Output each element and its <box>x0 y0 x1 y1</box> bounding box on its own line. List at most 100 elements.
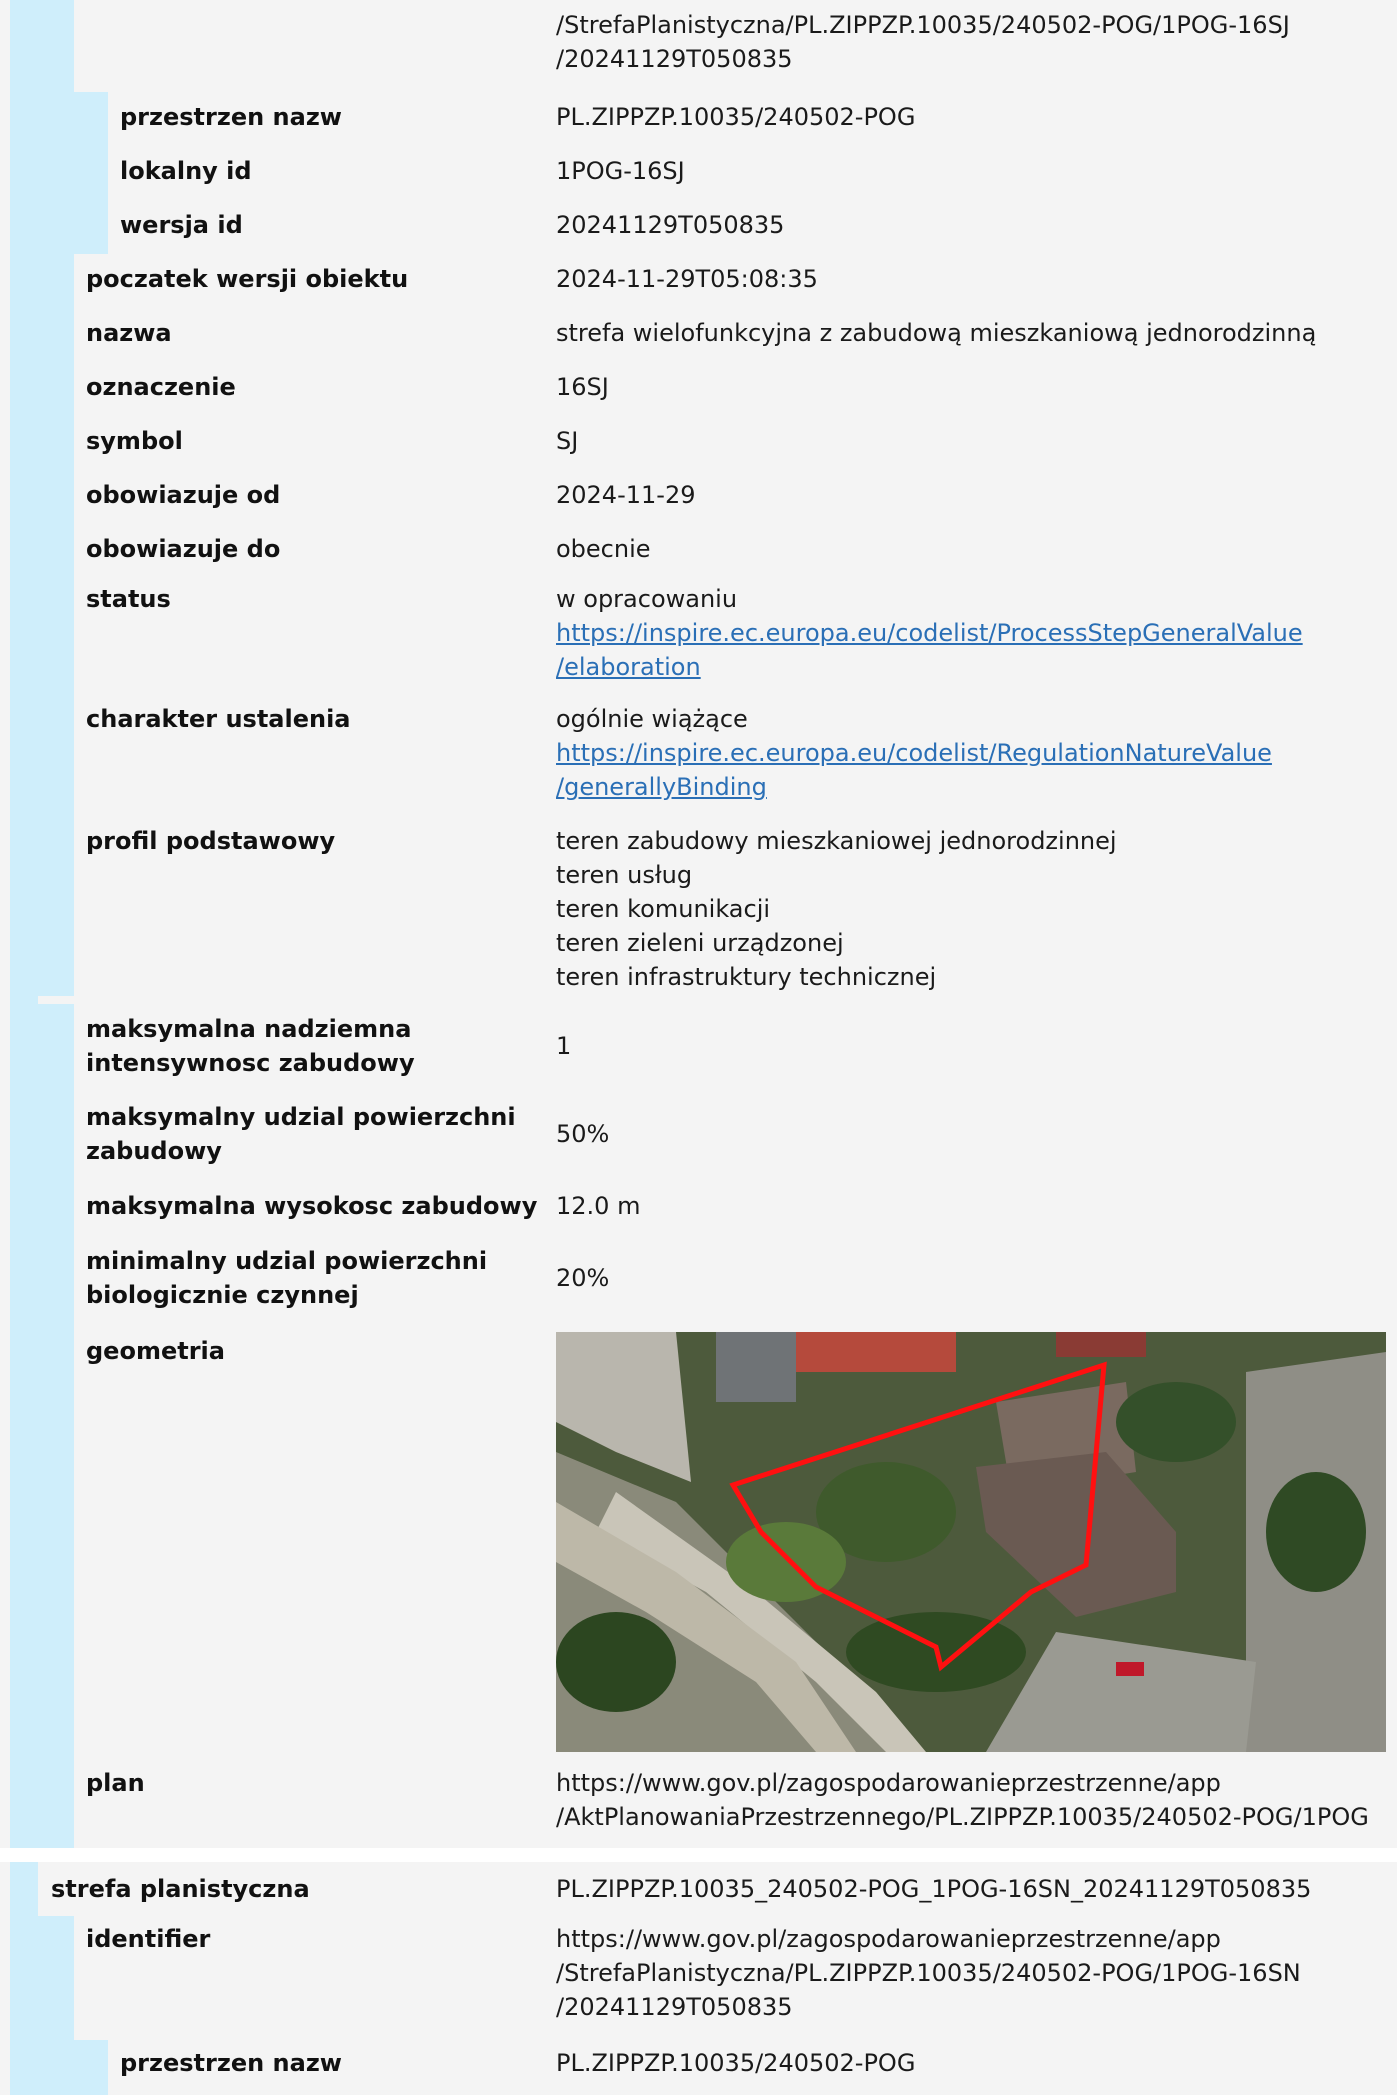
profil-value: teren zabudowy mieszkaniowej jednorodzin… <box>556 824 1386 994</box>
indent-bar <box>10 2040 38 2095</box>
indent-bar <box>38 820 74 996</box>
strefa-row: strefa planistyczna PL.ZIPPZP.10035_2405… <box>0 1862 1397 1916</box>
strefa-value: PL.ZIPPZP.10035_240502-POG_1POG-16SN_202… <box>556 1875 1312 1903</box>
status-label: status <box>86 585 171 613</box>
wersja-id-row: wersja id 20241129T050835 <box>0 200 1397 254</box>
przestrzen-nazw-label: przestrzen nazw <box>120 2049 342 2077</box>
intensywnosc-label-line: intensywnosc zabudowy <box>86 1049 415 1077</box>
indent-bar <box>38 524 74 578</box>
indent-bar <box>74 200 108 254</box>
geometry-map-image[interactable] <box>556 1332 1386 1752</box>
indent-bar <box>10 1916 38 2040</box>
intensywnosc-row: maksymalna nadziemna intensywnosc zabudo… <box>0 1004 1397 1092</box>
wysokosc-label: maksymalna wysokosc zabudowy <box>86 1192 538 1220</box>
charakter-link[interactable]: /generallyBinding <box>556 770 767 804</box>
identifier-line: /StrefaPlanistyczna/PL.ZIPPZP.10035/2405… <box>556 1959 1301 1987</box>
lokalny-id-row: lokalny id 1POG-16SJ <box>0 146 1397 200</box>
geometria-label: geometria <box>86 1337 225 1365</box>
poczatek-wersji-row: poczatek wersji obiektu 2024-11-29T05:08… <box>0 254 1397 308</box>
biologicznie-row: minimalny udzial powierzchni biologiczni… <box>0 1236 1397 1324</box>
indent-bar <box>38 698 74 820</box>
section-strefa-16sj: /StrefaPlanistyczna/PL.ZIPPZP.10035/2405… <box>0 0 1397 1848</box>
indent-bar <box>38 1004 74 1092</box>
profil-item: teren infrastruktury technicznej <box>556 963 937 991</box>
biologicznie-label-line: minimalny udzial powierzchni <box>86 1247 488 1275</box>
przestrzen-nazw-label: przestrzen nazw <box>120 103 342 131</box>
identifier-line: /20241129T050835 <box>556 1993 793 2021</box>
poczatek-wersji-value: 2024-11-29T05:08:35 <box>556 265 818 293</box>
wysokosc-value: 12.0 m <box>556 1192 641 1220</box>
plan-line: /AktPlanowaniaPrzestrzennego/PL.ZIPPZP.1… <box>556 1803 1369 1831</box>
biologicznie-label: minimalny udzial powierzchni biologiczni… <box>86 1244 487 1312</box>
wersja-id-value: 20241129T050835 <box>556 211 785 239</box>
identifier-label: identifier <box>86 1925 211 1953</box>
indent-bar <box>38 470 74 524</box>
indent-bar <box>38 2040 74 2095</box>
charakter-row: charakter ustalenia ogólnie wiążące http… <box>0 698 1397 820</box>
map-vegetation <box>726 1522 846 1602</box>
map-vegetation <box>556 1612 676 1712</box>
nazwa-row: nazwa strefa wielofunkcyjna z zabudową m… <box>0 308 1397 362</box>
intensywnosc-value: 1 <box>556 1032 572 1060</box>
oznaczenie-value: 16SJ <box>556 373 609 401</box>
profil-row: profil podstawowy teren zabudowy mieszka… <box>0 820 1397 996</box>
profil-item: teren zieleni urządzonej <box>556 929 844 957</box>
oznaczenie-label: oznaczenie <box>86 373 236 401</box>
indent-bar <box>38 1092 74 1180</box>
indent-bar <box>38 92 74 146</box>
indent-bar <box>38 1758 74 1848</box>
charakter-text: ogólnie wiążące <box>556 705 748 733</box>
indent-bar <box>10 1862 38 1916</box>
map-car <box>1116 1662 1144 1676</box>
status-link[interactable]: /elaboration <box>556 650 701 684</box>
przestrzen-nazw-row: przestrzen nazw PL.ZIPPZP.10035/240502-P… <box>0 2040 1397 2095</box>
indent-bar <box>38 1916 74 2040</box>
indent-bar <box>38 1324 74 1758</box>
indent-bar <box>38 200 74 254</box>
udzial-zabudowy-label-line: maksymalny udzial powierzchni <box>86 1103 516 1131</box>
symbol-value: SJ <box>556 427 579 455</box>
status-value: w opracowaniu https://inspire.ec.europa.… <box>556 582 1386 684</box>
obowiazuje-od-label: obowiazuje od <box>86 481 281 509</box>
profil-item: teren usług <box>556 861 693 889</box>
feature-info-panel: /StrefaPlanistyczna/PL.ZIPPZP.10035/2405… <box>0 0 1397 2095</box>
obowiazuje-od-row: obowiazuje od 2024-11-29 <box>0 470 1397 524</box>
udzial-zabudowy-value: 50% <box>556 1120 610 1148</box>
udzial-zabudowy-label: maksymalny udzial powierzchni zabudowy <box>86 1100 516 1168</box>
nazwa-value: strefa wielofunkcyjna z zabudową mieszka… <box>556 319 1317 347</box>
przestrzen-nazw-row: przestrzen nazw PL.ZIPPZP.10035/240502-P… <box>0 92 1397 146</box>
identifier-value: https://www.gov.pl/zagospodarowanieprzes… <box>556 1922 1386 2024</box>
udzial-zabudowy-row: maksymalny udzial powierzchni zabudowy 5… <box>0 1092 1397 1180</box>
identifier-row: /StrefaPlanistyczna/PL.ZIPPZP.10035/2405… <box>0 0 1397 92</box>
intensywnosc-label-line: maksymalna nadziemna <box>86 1015 412 1043</box>
profil-item: teren zabudowy mieszkaniowej jednorodzin… <box>556 827 1117 855</box>
strefa-label: strefa planistyczna <box>51 1875 310 1903</box>
status-link[interactable]: https://inspire.ec.europa.eu/codelist/Pr… <box>556 616 1303 650</box>
identifier-line: /StrefaPlanistyczna/PL.ZIPPZP.10035/2405… <box>556 11 1290 39</box>
profil-label: profil podstawowy <box>86 827 336 855</box>
indent-bar <box>38 1180 74 1236</box>
wersja-id-label: wersja id <box>120 211 243 239</box>
profil-item: teren komunikacji <box>556 895 771 923</box>
indent-bar <box>74 2040 108 2095</box>
nazwa-label: nazwa <box>86 319 172 347</box>
intensywnosc-label: maksymalna nadziemna intensywnosc zabudo… <box>86 1012 415 1080</box>
indent-bar <box>38 1236 74 1324</box>
charakter-link[interactable]: https://inspire.ec.europa.eu/codelist/Re… <box>556 736 1272 770</box>
lokalny-id-label: lokalny id <box>120 157 252 185</box>
identifier-line: /20241129T050835 <box>556 45 793 73</box>
symbol-label: symbol <box>86 427 183 455</box>
status-row: status w opracowaniu https://inspire.ec.… <box>0 578 1397 698</box>
obowiazuje-do-row: obowiazuje do obecnie <box>0 524 1397 578</box>
obowiazuje-od-value: 2024-11-29 <box>556 481 696 509</box>
map-building <box>776 1332 956 1372</box>
indent-bar <box>74 92 108 146</box>
identifier-value: /StrefaPlanistyczna/PL.ZIPPZP.10035/2405… <box>556 8 1386 76</box>
indent-bar <box>74 146 108 200</box>
indent-bar <box>38 0 74 92</box>
indent-bar <box>38 254 74 308</box>
przestrzen-nazw-value: PL.ZIPPZP.10035/240502-POG <box>556 103 916 131</box>
status-text: w opracowaniu <box>556 585 738 613</box>
udzial-zabudowy-label-line: zabudowy <box>86 1137 222 1165</box>
indent-bar <box>38 146 74 200</box>
